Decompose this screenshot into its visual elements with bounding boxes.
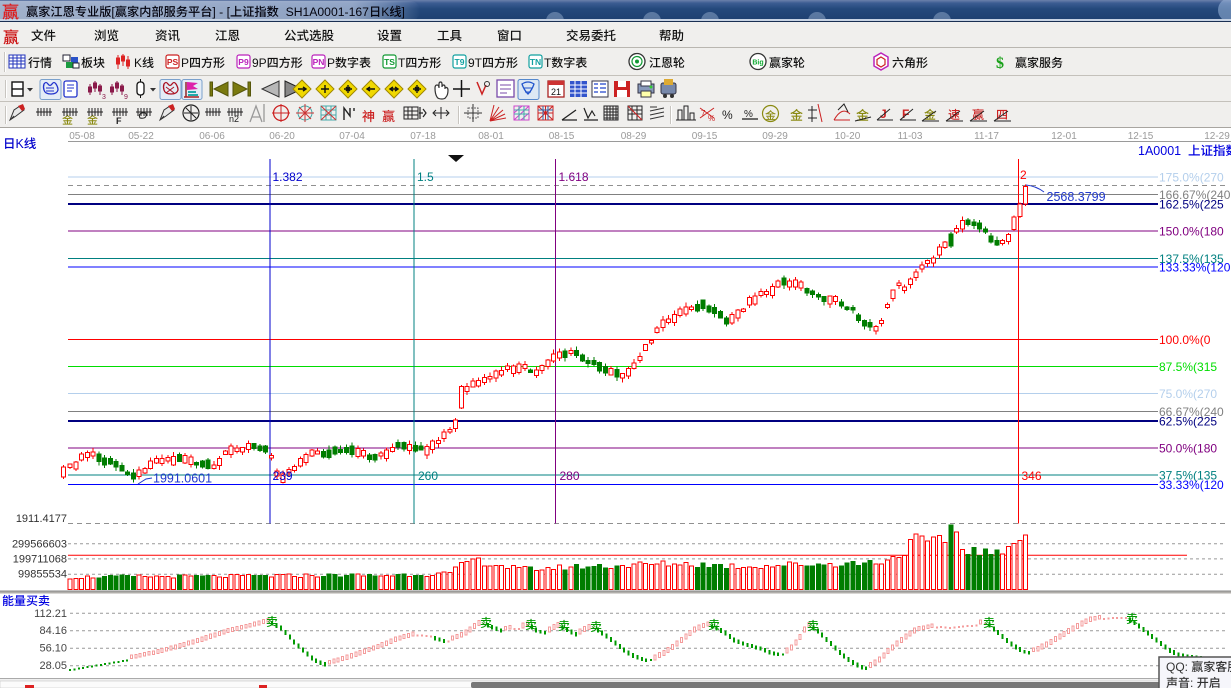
svg-text:11-17: 11-17 [974,131,999,142]
svg-text:$: $ [996,55,1004,72]
svg-text:K: K [134,56,142,70]
svg-text:56.10: 56.10 [39,643,67,655]
svg-text:2: 2 [1020,168,1027,182]
svg-text:%: % [722,108,733,122]
svg-text:F: F [116,116,122,126]
svg-text:75.0%(270: 75.0%(270 [1159,387,1217,401]
svg-text:n2: n2 [229,114,239,124]
svg-text:62.5%(225: 62.5%(225 [1159,415,1217,429]
svg-text:P: P [327,56,335,70]
svg-text:08-29: 08-29 [621,131,647,142]
svg-text:199711068: 199711068 [13,553,67,565]
svg-text:T9: T9 [455,57,465,67]
svg-text:09-29: 09-29 [762,131,788,142]
svg-text:21: 21 [551,87,561,97]
svg-text:K: K [16,137,25,151]
svg-text:09-15: 09-15 [692,131,718,142]
svg-text:112.21: 112.21 [34,608,67,620]
svg-text:11-03: 11-03 [898,131,923,142]
svg-text:7: 7 [701,109,706,118]
svg-text:299566603: 299566603 [12,538,67,550]
svg-text:28.05: 28.05 [39,660,67,672]
svg-text:346: 346 [1022,469,1042,483]
svg-text:50.0%(180: 50.0%(180 [1159,442,1217,456]
svg-text:100.0%(0: 100.0%(0 [1159,333,1211,347]
svg-text:08-01: 08-01 [478,131,504,142]
svg-text:9P: 9P [252,56,267,70]
svg-text:07-18: 07-18 [410,131,436,142]
svg-text::: : [1190,676,1197,688]
svg-text:175.0%(270: 175.0%(270 [1159,171,1224,185]
svg-text:99855534: 99855534 [18,569,67,581]
svg-text:10-20: 10-20 [835,131,861,142]
svg-text:1991.0601: 1991.0601 [153,472,212,486]
svg-text:07-04: 07-04 [339,131,365,142]
svg-text:1.618: 1.618 [559,170,589,184]
svg-text:133.33%(120: 133.33%(120 [1159,261,1231,275]
svg-text:9T: 9T [468,56,483,70]
svg-text:QQ:: QQ: [1166,660,1191,674]
svg-text:12-29: 12-29 [1204,131,1230,142]
svg-text:87.5%(315: 87.5%(315 [1159,360,1217,374]
svg-text:1911.4177: 1911.4177 [16,513,67,525]
svg-text:%: % [708,114,715,123]
svg-text:239: 239 [273,469,293,483]
svg-text:F: F [902,107,909,121]
svg-text:K: K [381,5,389,19]
svg-text:SH1A0001-167: SH1A0001-167 [279,5,369,19]
svg-text:06-20: 06-20 [269,131,295,142]
svg-text:280: 280 [560,469,580,483]
svg-text:33.33%(120: 33.33%(120 [1159,478,1224,492]
svg-text:08-15: 08-15 [549,131,575,142]
svg-text:PN: PN [313,57,325,67]
svg-text:3: 3 [102,94,106,101]
svg-text:150.0%(180: 150.0%(180 [1159,225,1224,239]
svg-text:1.382: 1.382 [273,170,303,184]
svg-text:84.16: 84.16 [39,625,67,637]
svg-text:P: P [181,56,189,70]
svg-text:T: T [544,56,552,70]
svg-text:12-15: 12-15 [1128,131,1154,142]
svg-text:P9: P9 [238,57,249,67]
svg-text:2568.3799: 2568.3799 [1047,190,1106,204]
svg-text:1A0001: 1A0001 [1138,144,1188,158]
svg-text:12-01: 12-01 [1051,131,1077,142]
svg-text:06-06: 06-06 [199,131,225,142]
svg-text:]: ] [402,5,405,19]
svg-text:05-22: 05-22 [128,131,154,142]
svg-text:162.5%(225: 162.5%(225 [1159,198,1224,212]
svg-text:9: 9 [124,94,128,101]
svg-text:] - [: ] - [ [212,5,230,19]
svg-text:PS: PS [167,57,179,67]
svg-text:05-08: 05-08 [69,131,95,142]
svg-text:TN: TN [530,57,541,67]
svg-text:260: 260 [418,469,438,483]
svg-text:Big: Big [752,60,763,67]
svg-text:TS: TS [384,57,395,67]
svg-text:T: T [398,56,406,70]
svg-text:1.5: 1.5 [417,170,434,184]
